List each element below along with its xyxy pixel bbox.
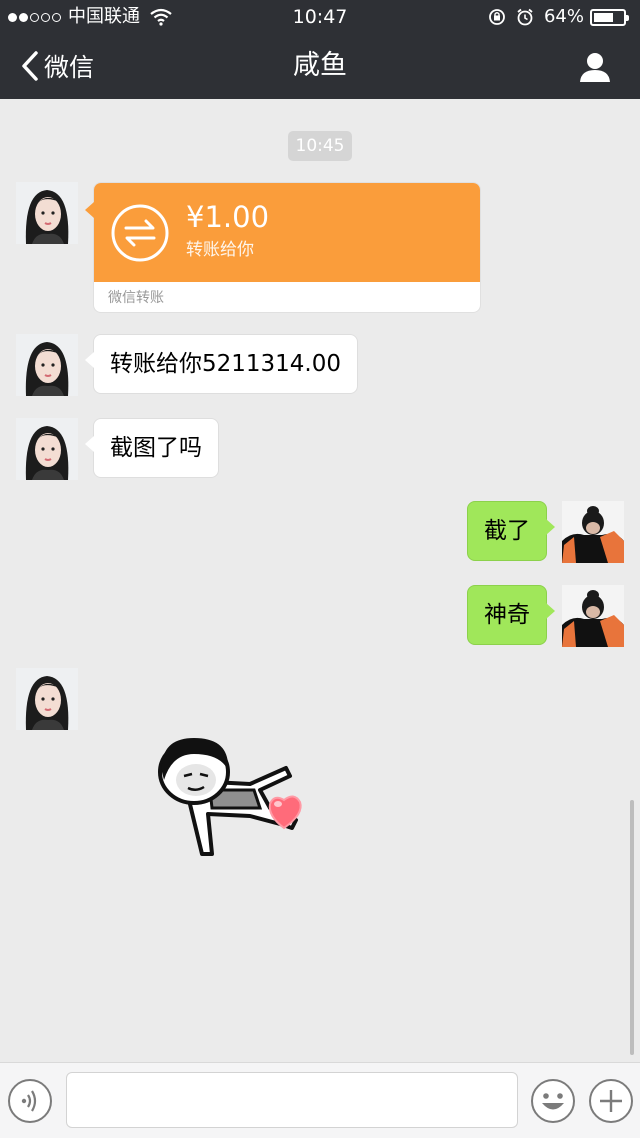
nav-bar: 微信 咸鱼 (0, 34, 640, 99)
rotation-lock-icon (489, 9, 505, 25)
transfer-footer: 微信转账 (108, 290, 164, 306)
avatar-photo (562, 585, 624, 647)
contact-avatar[interactable] (16, 418, 78, 480)
avatar-photo (16, 182, 78, 244)
alarm-icon (517, 8, 533, 26)
sent-message-bubble[interactable]: 神奇 (467, 585, 555, 645)
emoji-button[interactable] (530, 1078, 576, 1124)
avatar-photo (16, 334, 78, 396)
received-message-bubble[interactable]: 转账给你5211314.00 (84, 334, 359, 394)
received-message-bubble[interactable]: 截图了吗 (85, 418, 219, 478)
transfer-memo: 转账给你 (186, 240, 254, 260)
contact-avatar[interactable] (16, 182, 78, 244)
contact-info-icon[interactable] (578, 50, 612, 84)
avatar-photo (16, 418, 78, 480)
my-avatar[interactable] (562, 585, 624, 647)
meme-sticker[interactable] (150, 724, 330, 869)
message-input[interactable] (66, 1072, 518, 1128)
avatar-photo (562, 501, 624, 563)
transfer-card[interactable]: ¥1.00 转账给你 微信转账 (85, 182, 481, 313)
transfer-card-header: ¥1.00 转账给你 (94, 183, 480, 282)
battery-percent: 64% (543, 6, 584, 27)
avatar-photo (16, 668, 78, 730)
transfer-amount: ¥1.00 (186, 200, 270, 234)
more-options-button[interactable] (588, 1078, 634, 1124)
message-timestamp: 10:45 (288, 131, 352, 161)
contact-avatar[interactable] (16, 668, 78, 730)
transfer-icon (111, 204, 169, 262)
input-bar (0, 1062, 640, 1138)
status-bar: 中国联通 10:47 64% (0, 0, 640, 34)
chat-scrollbar[interactable] (630, 800, 634, 1055)
battery-icon (590, 8, 629, 26)
voice-toggle-button[interactable] (7, 1078, 53, 1124)
sent-message-bubble[interactable]: 截了 (467, 501, 555, 561)
top-bar: 中国联通 10:47 64% 微信 咸鱼 (0, 0, 640, 99)
my-avatar[interactable] (562, 501, 624, 563)
contact-avatar[interactable] (16, 334, 78, 396)
chat-title: 咸鱼 (293, 50, 347, 81)
